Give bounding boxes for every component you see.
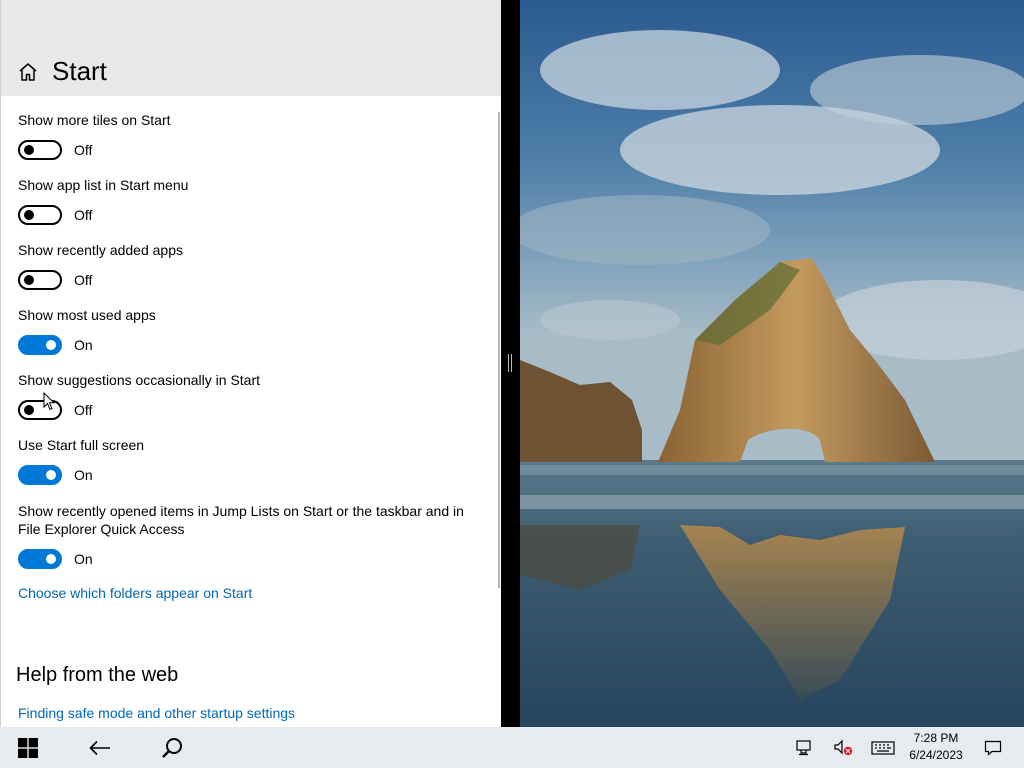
- setting-label: Show most used apps: [18, 307, 156, 323]
- network-tray-button[interactable]: [788, 727, 820, 768]
- setting-show-suggestions: Show suggestions occasionally in Start O…: [18, 371, 488, 420]
- toggle-switch[interactable]: [18, 465, 62, 485]
- settings-window: Start Show more tiles on Start Off Show …: [0, 0, 501, 727]
- toggle-state: Off: [74, 272, 93, 288]
- back-button[interactable]: [72, 727, 128, 768]
- divider-grip-handle[interactable]: [508, 354, 512, 372]
- toggle-show-recently-added[interactable]: Off: [18, 270, 488, 290]
- toggle-switch[interactable]: [18, 270, 62, 290]
- taskbar: 7:28 PM 6/24/2023: [0, 727, 1024, 768]
- toggle-knob: [24, 405, 34, 415]
- keyboard-icon: [871, 740, 895, 755]
- clock-date: 6/24/2023: [909, 748, 963, 762]
- setting-label: Show app list in Start menu: [18, 177, 189, 193]
- toggle-knob: [24, 145, 34, 155]
- help-heading: Help from the web: [16, 664, 179, 686]
- setting-label: Use Start full screen: [18, 437, 145, 453]
- clock-time: 7:28 PM: [913, 731, 959, 745]
- setting-show-jump-lists: Show recently opened items in Jump Lists…: [18, 502, 473, 569]
- toggle-switch[interactable]: [18, 400, 62, 420]
- volume-muted-icon: [834, 739, 853, 755]
- choose-folders-link[interactable]: Choose which folders appear on Start: [18, 585, 252, 601]
- setting-show-app-list: Show app list in Start menu Off: [18, 176, 488, 225]
- volume-tray-button[interactable]: [828, 727, 858, 768]
- toggle-knob: [46, 340, 56, 350]
- setting-show-more-tiles: Show more tiles on Start Off: [18, 111, 488, 160]
- setting-show-most-used: Show most used apps On: [18, 306, 488, 355]
- home-icon[interactable]: [17, 61, 39, 83]
- start-button[interactable]: [0, 727, 56, 768]
- toggle-switch[interactable]: [18, 140, 62, 160]
- toggle-state: Off: [74, 402, 93, 418]
- desktop-wallpaper: [520, 0, 1024, 727]
- search-button[interactable]: [144, 727, 200, 768]
- page-title: Start: [52, 56, 107, 86]
- toggle-show-suggestions[interactable]: Off: [18, 400, 488, 420]
- toggle-knob: [46, 554, 56, 564]
- toggle-switch[interactable]: [18, 335, 62, 355]
- search-icon: [162, 737, 182, 758]
- setting-label: Show more tiles on Start: [18, 112, 171, 128]
- safe-mode-help-link[interactable]: Finding safe mode and other startup sett…: [18, 705, 295, 721]
- toggle-show-app-list[interactable]: Off: [18, 205, 488, 225]
- toggle-show-most-used[interactable]: On: [18, 335, 488, 355]
- toggle-show-more-tiles[interactable]: Off: [18, 140, 488, 160]
- toggle-use-start-full-screen[interactable]: On: [18, 465, 488, 485]
- toggle-state: On: [74, 551, 93, 567]
- toggle-knob: [46, 470, 56, 480]
- setting-use-start-full-screen: Use Start full screen On: [18, 436, 488, 485]
- windows-logo-icon: [18, 737, 38, 758]
- toggle-state: On: [74, 337, 93, 353]
- toggle-state: On: [74, 467, 93, 483]
- toggle-switch[interactable]: [18, 549, 62, 569]
- setting-label: Show suggestions occasionally in Start: [18, 372, 261, 388]
- toggle-switch[interactable]: [18, 205, 62, 225]
- scrollbar[interactable]: [498, 112, 500, 588]
- toggle-show-jump-lists[interactable]: On: [18, 549, 473, 569]
- notification-icon: [984, 740, 1002, 756]
- action-center-button[interactable]: [976, 727, 1010, 768]
- clock[interactable]: 7:28 PM 6/24/2023: [902, 730, 970, 764]
- network-icon: [796, 739, 811, 755]
- setting-label: Show recently added apps: [18, 242, 183, 258]
- toggle-knob: [24, 210, 34, 220]
- toggle-state: Off: [74, 207, 93, 223]
- toggle-knob: [24, 275, 34, 285]
- setting-show-recently-added: Show recently added apps Off: [18, 241, 488, 290]
- back-arrow-icon: [89, 740, 110, 755]
- touch-keyboard-button[interactable]: [866, 727, 900, 768]
- setting-label: Show recently opened items in Jump Lists…: [18, 503, 464, 537]
- toggle-state: Off: [74, 142, 93, 158]
